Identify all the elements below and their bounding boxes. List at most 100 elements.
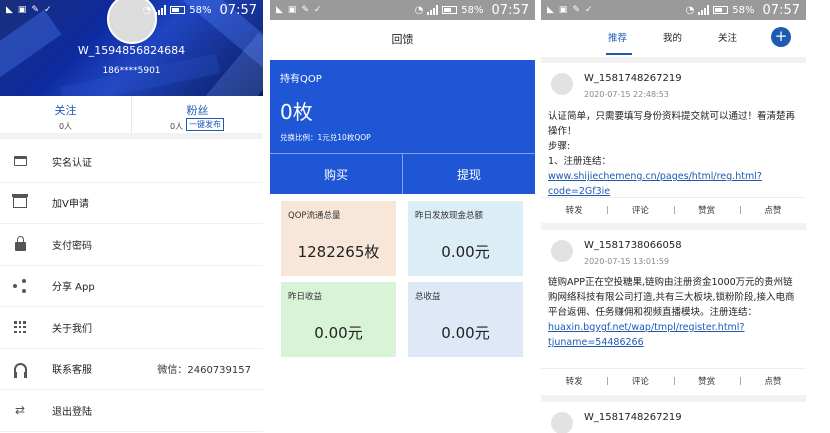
stat-label: 昨日发放现金总额 — [415, 211, 484, 221]
clock: 07:57 — [219, 2, 257, 18]
stat-label: QOP流通总量 — [288, 211, 341, 221]
post-actions: 转发 评论 赞赏 点赞 — [541, 197, 806, 221]
pin-icon: ✎ — [301, 5, 309, 15]
withdraw-button[interactable]: 提现 — [402, 154, 535, 194]
battery-level: 58% — [732, 4, 755, 16]
page-title: 回馈 — [270, 20, 535, 60]
user-phone: 186****5901 — [102, 66, 161, 76]
check-icon: ✓ — [43, 5, 52, 15]
stat-label: 昨日收益 — [288, 292, 323, 302]
pin-icon: ✎ — [31, 5, 39, 15]
gift-icon — [12, 194, 28, 209]
exchange-rate: 兑换比例：1元兑10枚QOP — [280, 133, 371, 142]
stat-value: 0.00元 — [441, 243, 490, 261]
like-button[interactable]: 点赞 — [739, 204, 806, 216]
following-count: 0人 — [58, 122, 73, 131]
headset-icon — [13, 362, 27, 378]
wifi-icon: ◔ — [414, 4, 424, 16]
post-link[interactable]: huaxin.bgygf.net/wap/tmpl/register.html?… — [548, 322, 744, 348]
exit-icon: ⇄ — [14, 403, 26, 418]
share-icon — [13, 278, 27, 293]
avatar[interactable] — [551, 73, 573, 95]
avatar[interactable] — [551, 412, 573, 433]
post-username[interactable]: W_1581748267219 — [584, 73, 682, 84]
menu-item-about[interactable]: 关于我们 — [0, 307, 263, 349]
post-text: 认证简单，只需要填写身份资料提交就可以通过！看清楚再操作！ 步骤: 1、注册连结… — [548, 111, 796, 197]
stat-label: 总收益 — [415, 292, 441, 302]
menu-item-share-app[interactable]: 分享 App — [0, 266, 263, 307]
feed-post[interactable]: W_1581738066058 2020-07-15 13:01:59 链购AP… — [541, 230, 806, 395]
grid-icon — [14, 321, 26, 334]
comment-button[interactable]: 评论 — [607, 375, 673, 387]
fans-cell[interactable]: 粉丝 0人 一键发布 — [131, 96, 263, 133]
follow-stats: 关注 0人 粉丝 0人 一键发布 — [0, 96, 263, 139]
stat-value: 0.00元 — [441, 324, 490, 342]
avatar[interactable] — [551, 240, 573, 262]
stat-value: 0.00元 — [314, 324, 363, 342]
pin-icon: ✎ — [572, 5, 580, 15]
battery-level: 58% — [461, 4, 484, 16]
menu-item-logout[interactable]: ⇄ 退出登陆 — [0, 390, 263, 432]
holding-amount: 0枚 — [280, 100, 313, 124]
stat-total-income: 总收益 0.00元 — [408, 282, 523, 357]
post-username[interactable]: W_1581748267219 — [584, 412, 682, 423]
tab-recommended[interactable]: 推荐 — [608, 30, 627, 44]
signal-icon — [427, 5, 439, 15]
signal-icon — [155, 5, 167, 15]
following-cell[interactable]: 关注 0人 — [0, 96, 131, 133]
lock-icon — [14, 235, 26, 251]
post-actions: 转发 评论 赞赏 点赞 — [541, 368, 806, 392]
following-label: 关注 — [54, 104, 77, 117]
tab-mine[interactable]: 我的 — [663, 30, 682, 44]
feed-screen: ◣ ▣ ✎ ✓ ◔ 58% 07:57 推荐 我的 关注 + W_1581748… — [541, 0, 806, 433]
feed-post[interactable]: W_1581748267219 2020-07-15 22:48:53 认证简单… — [541, 63, 806, 223]
settings-menu: 实名认证 加V申请 支付密码 分享 App 关于我们 联系客服 微信：24607… — [0, 141, 263, 432]
fans-count: 0人 — [170, 122, 184, 131]
post-text: 链购APP正在空投糖果,链购由注册资金1000万元的贵州链购网络科技有限公司打造… — [548, 277, 795, 348]
menu-item-label: 联系客服 — [52, 365, 92, 377]
notification-icon: ◣ — [6, 5, 13, 15]
menu-item-label: 实名认证 — [52, 157, 92, 169]
menu-item-support[interactable]: 联系客服 微信：2460739157 — [0, 349, 263, 390]
battery-icon — [442, 6, 458, 14]
buy-button[interactable]: 购买 — [270, 154, 402, 194]
stat-total-supply: QOP流通总量 1282265枚 — [281, 201, 396, 276]
feed-post[interactable]: W_1581748267219 — [541, 402, 806, 433]
stat-yesterday-income: 昨日收益 0.00元 — [281, 282, 396, 357]
like-button[interactable]: 点赞 — [739, 375, 806, 387]
check-icon: ✓ — [313, 5, 322, 15]
active-tab-indicator — [606, 53, 632, 55]
notification-icon: ◣ — [547, 5, 554, 15]
battery-level: 58% — [189, 4, 212, 16]
feed-nav: 推荐 我的 关注 + — [541, 20, 806, 58]
repost-button[interactable]: 转发 — [541, 204, 607, 216]
username: W_1594856824684 — [77, 44, 186, 57]
comment-button[interactable]: 评论 — [607, 204, 673, 216]
image-icon: ▣ — [287, 5, 297, 15]
wallet-screen: ◣ ▣ ✎ ✓ ◔ 58% 07:57 回馈 持有QOP 0枚 兑换比例：1元兑… — [270, 0, 535, 433]
publish-button[interactable]: 一键发布 — [186, 118, 224, 131]
wifi-icon: ◔ — [685, 4, 695, 16]
tip-button[interactable]: 赞赏 — [673, 204, 740, 216]
tab-following[interactable]: 关注 — [718, 30, 737, 44]
post-username[interactable]: W_1581738066058 — [584, 240, 682, 251]
status-bar: ◣ ▣ ✎ ✓ ◔ 58% 07:57 — [270, 0, 535, 20]
menu-item-verification[interactable]: 实名认证 — [0, 141, 263, 183]
post-link[interactable]: www.shijiechemeng.cn/pages/html/reg.html… — [548, 171, 762, 197]
fans-label: 粉丝 — [186, 104, 209, 117]
menu-item-pay-password[interactable]: 支付密码 — [0, 224, 263, 266]
menu-item-vip-apply[interactable]: 加V申请 — [0, 183, 263, 224]
support-wechat: 微信：2460739157 — [157, 365, 251, 377]
menu-item-label: 加V申请 — [52, 199, 89, 211]
repost-button[interactable]: 转发 — [541, 375, 607, 387]
tip-button[interactable]: 赞赏 — [673, 375, 740, 387]
check-icon: ✓ — [584, 5, 593, 15]
menu-item-label: 分享 App — [52, 282, 95, 294]
clock: 07:57 — [762, 2, 800, 18]
status-bar: ◣ ▣ ✎ ✓ ◔ 58% 07:57 — [541, 0, 806, 20]
stat-value: 1282265枚 — [297, 243, 380, 261]
wifi-icon: ◔ — [142, 4, 152, 16]
wallet-card: 持有QOP 0枚 兑换比例：1元兑10枚QOP 购买 提现 — [270, 60, 535, 194]
plus-icon[interactable]: + — [771, 27, 791, 47]
clock: 07:57 — [491, 2, 529, 18]
